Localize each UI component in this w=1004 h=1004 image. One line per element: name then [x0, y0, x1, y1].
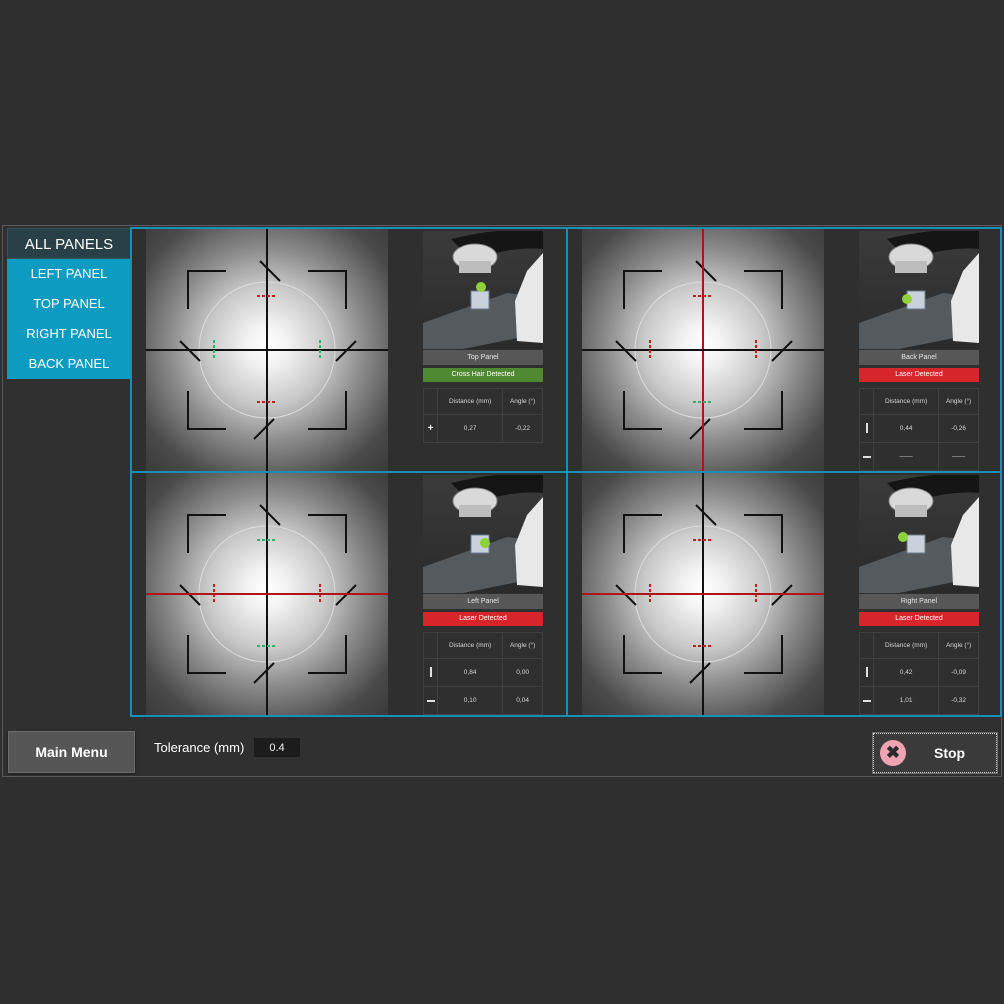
horizontal-line-icon	[859, 442, 874, 471]
panel-name: Right Panel	[859, 594, 979, 609]
horizontal-line-icon-glyph	[862, 700, 871, 702]
measurement-table: Distance (mm) Angle (°) 0,42 -0,09 1,01 -0,…	[859, 632, 979, 715]
angle-header: Angle (°)	[938, 632, 979, 659]
camera-view	[582, 229, 824, 471]
measurement-table: Distance (mm) Angle (°) 0,84 0,00 0,10 0,04	[423, 632, 543, 715]
plus-icon: +	[423, 414, 438, 443]
panel-info: Right Panel Laser Detected Distance (mm)…	[859, 473, 979, 715]
camera-view	[582, 473, 824, 715]
horizontal-line-icon	[859, 686, 874, 715]
angle-header: Angle (°)	[938, 388, 979, 415]
vertical-line-icon-glyph	[429, 666, 432, 677]
angle-value: -0,32	[938, 686, 979, 715]
scanner-illustration	[859, 231, 979, 349]
stop-label: Stop	[934, 745, 966, 761]
panel-cell-back: Back Panel Laser Detected Distance (mm) A…	[568, 229, 1002, 471]
panel-info: Top Panel Cross Hair Detected Distance (…	[423, 229, 543, 471]
sidebar-item-right-panel[interactable]: RIGHT PANEL	[7, 319, 131, 349]
angle-value: 0,00	[502, 658, 543, 687]
panel-cell-left: Left Panel Laser Detected Distance (mm) A…	[132, 473, 566, 715]
stop-button[interactable]: ✖ Stop	[872, 732, 998, 774]
crosshair-overlay	[146, 473, 388, 715]
sidebar-item-left-panel[interactable]: LEFT PANEL	[7, 259, 131, 289]
detection-status: Laser Detected	[859, 612, 979, 626]
distance-header: Distance (mm)	[872, 388, 940, 415]
sidebar-item-back-panel[interactable]: BACK PANEL	[7, 349, 131, 379]
table-row: +0,27 -0,22	[423, 414, 543, 443]
distance-value: 0,27	[436, 414, 504, 443]
panel-info: Left Panel Laser Detected Distance (mm) A…	[423, 473, 543, 715]
angle-value: -0,22	[502, 414, 543, 443]
distance-value: 0,84	[436, 658, 504, 687]
table-row: 1,01 -0,32	[859, 686, 979, 715]
app-window: ALL PANELS LEFT PANEL TOP PANEL RIGHT PA…	[2, 225, 1002, 777]
angle-value: -0,26	[938, 414, 979, 443]
crosshair-overlay	[146, 229, 388, 471]
angle-value: 0,04	[502, 686, 543, 715]
camera-view	[146, 229, 388, 471]
distance-header: Distance (mm)	[872, 632, 940, 659]
detection-status: Laser Detected	[423, 612, 543, 626]
horizontal-line-icon-glyph	[426, 700, 435, 702]
distance-value: 0,44	[872, 414, 940, 443]
distance-value: 1,01	[872, 686, 940, 715]
angle-header: Angle (°)	[502, 632, 543, 659]
vertical-line-icon-glyph	[865, 666, 868, 677]
horizontal-line-icon-glyph	[862, 456, 871, 458]
table-row: 0,42 -0,09	[859, 658, 979, 687]
vertical-line-icon-glyph	[865, 422, 868, 433]
panel-cell-top: Top Panel Cross Hair Detected Distance (…	[132, 229, 566, 471]
crosshair-overlay	[582, 473, 824, 715]
tolerance-label: Tolerance (mm)	[154, 740, 245, 755]
vertical-line-icon	[859, 658, 874, 687]
panels-grid: Top Panel Cross Hair Detected Distance (…	[130, 227, 1002, 717]
detection-status: Laser Detected	[859, 368, 979, 382]
sidebar-item-all-panels[interactable]: ALL PANELS	[7, 228, 131, 259]
vertical-line-icon	[859, 414, 874, 443]
scanner-illustration	[423, 475, 543, 593]
scanner-illustration	[859, 475, 979, 593]
detection-status: Cross Hair Detected	[423, 368, 543, 382]
table-row: 0,84 0,00	[423, 658, 543, 687]
panel-name: Top Panel	[423, 350, 543, 365]
main-menu-button[interactable]: Main Menu	[8, 731, 135, 773]
panel-info: Back Panel Laser Detected Distance (mm) A…	[859, 229, 979, 471]
plus-icon-glyph: +	[427, 423, 434, 434]
panel-name: Left Panel	[423, 594, 543, 609]
camera-view	[146, 473, 388, 715]
distance-value: 0,10	[436, 686, 504, 715]
table-row: 0,10 0,04	[423, 686, 543, 715]
table-row: —— ——	[859, 442, 979, 471]
close-icon: ✖	[880, 740, 906, 766]
angle-value: ——	[938, 442, 979, 471]
scanner-illustration	[423, 231, 543, 349]
distance-header: Distance (mm)	[436, 388, 504, 415]
panel-name: Back Panel	[859, 350, 979, 365]
sidebar: ALL PANELS LEFT PANEL TOP PANEL RIGHT PA…	[7, 228, 131, 379]
horizontal-line-icon	[423, 686, 438, 715]
distance-value: 0,42	[872, 658, 940, 687]
distance-header: Distance (mm)	[436, 632, 504, 659]
panel-cell-right: Right Panel Laser Detected Distance (mm)…	[568, 473, 1002, 715]
measurement-table: Distance (mm) Angle (°) +0,27 -0,22	[423, 388, 543, 443]
table-row: 0,44 -0,26	[859, 414, 979, 443]
crosshair-overlay	[582, 229, 824, 471]
measurement-table: Distance (mm) Angle (°) 0,44 -0,26 —— ——	[859, 388, 979, 471]
angle-header: Angle (°)	[502, 388, 543, 415]
vertical-line-icon	[423, 658, 438, 687]
angle-value: -0,09	[938, 658, 979, 687]
sidebar-item-top-panel[interactable]: TOP PANEL	[7, 289, 131, 319]
distance-value: ——	[872, 442, 940, 471]
tolerance-input[interactable]	[254, 738, 300, 757]
